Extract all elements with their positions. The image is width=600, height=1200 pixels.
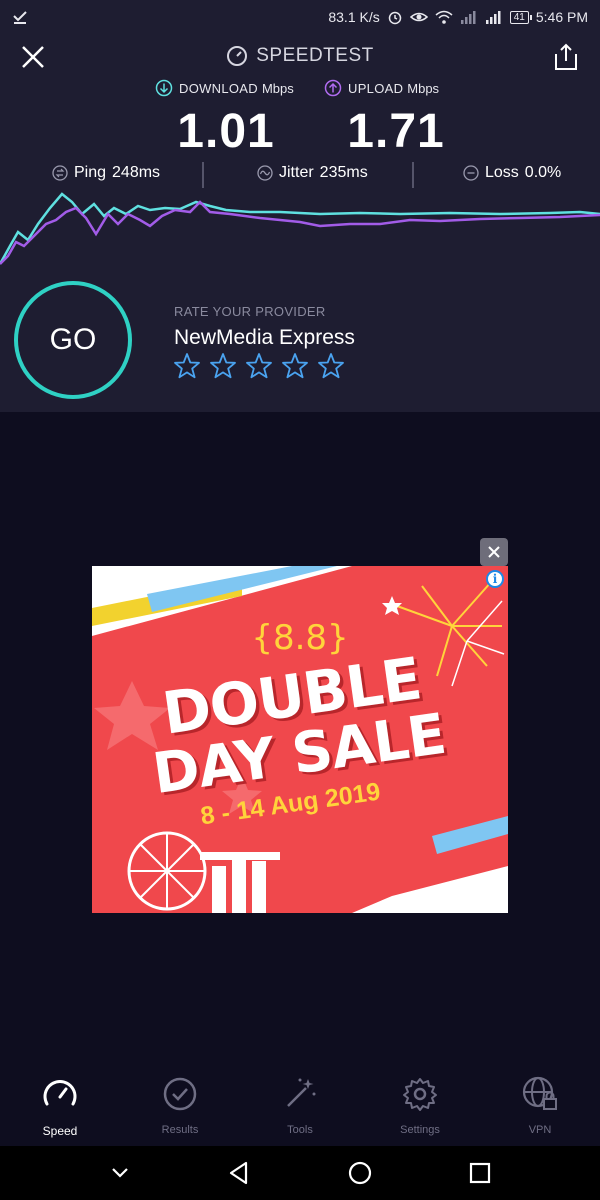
download-complete-icon <box>13 11 27 24</box>
nav-tools[interactable]: Tools <box>240 1062 360 1146</box>
clock: 5:46 PM <box>535 9 588 25</box>
ad-close-button[interactable] <box>480 538 508 566</box>
rating-stars <box>173 352 345 380</box>
nav-speed-label: Speed <box>42 1124 78 1138</box>
ad-info-icon[interactable]: i <box>486 570 504 588</box>
download-value: 1.01 <box>177 105 275 158</box>
nav-settings-label: Settings <box>400 1124 440 1136</box>
recents-icon[interactable] <box>466 1159 494 1187</box>
ping-label: Ping <box>74 164 107 181</box>
loss-label: Loss <box>485 164 519 181</box>
upload-label: UPLOAD <box>348 80 404 96</box>
gear-icon <box>403 1078 437 1111</box>
download-graph-line <box>0 192 600 265</box>
download-header: DOWNLOAD Mbps <box>155 79 294 97</box>
ad-event: {8.8} <box>251 618 349 658</box>
loss-icon <box>463 165 479 181</box>
home-icon[interactable] <box>346 1159 374 1187</box>
bottom-nav: Speed Results Tools Settings VPN <box>0 1062 600 1146</box>
nav-vpn[interactable]: VPN <box>480 1062 600 1146</box>
alarm-icon <box>388 11 401 25</box>
star-5-icon[interactable] <box>317 352 345 380</box>
go-button[interactable]: GO <box>14 281 132 399</box>
eye-icon <box>409 12 428 22</box>
download-unit: Mbps <box>261 80 294 96</box>
app-title-text: SPEEDTEST <box>256 45 374 66</box>
nav-tools-label: Tools <box>287 1124 313 1136</box>
jitter-stat: Jitter 235ms <box>257 164 368 182</box>
ping-icon <box>52 165 68 181</box>
status-right: 83.1 K/s 41 5:46 PM <box>328 9 588 25</box>
download-arrow-icon <box>155 79 173 97</box>
upload-graph-line <box>0 200 600 265</box>
loss-value: 0.0% <box>524 164 562 181</box>
star-3-icon[interactable] <box>245 352 273 380</box>
globe-lock-icon <box>522 1076 557 1110</box>
upload-header: UPLOAD Mbps <box>324 79 439 97</box>
share-icon[interactable] <box>552 42 580 72</box>
signal-icon-2 <box>485 11 501 24</box>
status-left <box>12 9 28 25</box>
nav-results[interactable]: Results <box>120 1062 240 1146</box>
star-1-icon[interactable] <box>173 352 201 380</box>
check-circle-icon <box>163 1077 197 1111</box>
upload-unit: Mbps <box>407 80 440 96</box>
magic-wand-icon <box>287 1078 316 1107</box>
app-title: SPEEDTEST <box>0 45 600 67</box>
star-2-icon[interactable] <box>209 352 237 380</box>
loss-stat: Loss 0.0% <box>463 164 561 182</box>
upload-value: 1.71 <box>347 105 445 158</box>
nav-vpn-label: VPN <box>528 1124 552 1136</box>
close-icon <box>488 546 500 558</box>
hide-keyboard-icon[interactable] <box>106 1159 134 1187</box>
ping-value: 248ms <box>112 164 161 181</box>
nav-speed[interactable]: Speed <box>0 1062 120 1146</box>
star-4-icon[interactable] <box>281 352 309 380</box>
provider-name: NewMedia Express <box>174 326 355 349</box>
battery-icon: 41 <box>509 10 533 24</box>
speed-graph <box>0 192 600 265</box>
network-speed: 83.1 K/s <box>328 9 380 25</box>
jitter-icon <box>257 165 273 181</box>
speedometer-icon <box>43 1080 77 1106</box>
jitter-label: Jitter <box>279 164 314 181</box>
rate-provider-label: RATE YOUR PROVIDER <box>174 304 326 319</box>
status-bar: 83.1 K/s 41 5:46 PM <box>0 0 600 34</box>
jitter-value: 235ms <box>319 164 368 181</box>
system-nav-bar <box>0 1146 600 1200</box>
nav-results-label: Results <box>161 1124 199 1136</box>
upload-arrow-icon <box>324 79 342 97</box>
back-icon[interactable] <box>226 1159 254 1187</box>
wifi-icon <box>435 10 453 24</box>
download-label: DOWNLOAD <box>179 80 258 96</box>
ad-banner[interactable]: i {8.8} DOUBLE DAY SALE 8 - 14 Aug 2019 <box>92 566 508 913</box>
ping-stat: Ping 248ms <box>52 164 160 182</box>
speedometer-logo-icon <box>227 46 248 66</box>
signal-icon-1 <box>460 11 476 24</box>
nav-settings[interactable]: Settings <box>360 1062 480 1146</box>
speed-panel: SPEEDTEST DOWNLOAD Mbps 1.01 UPLOAD Mbps… <box>0 34 600 412</box>
